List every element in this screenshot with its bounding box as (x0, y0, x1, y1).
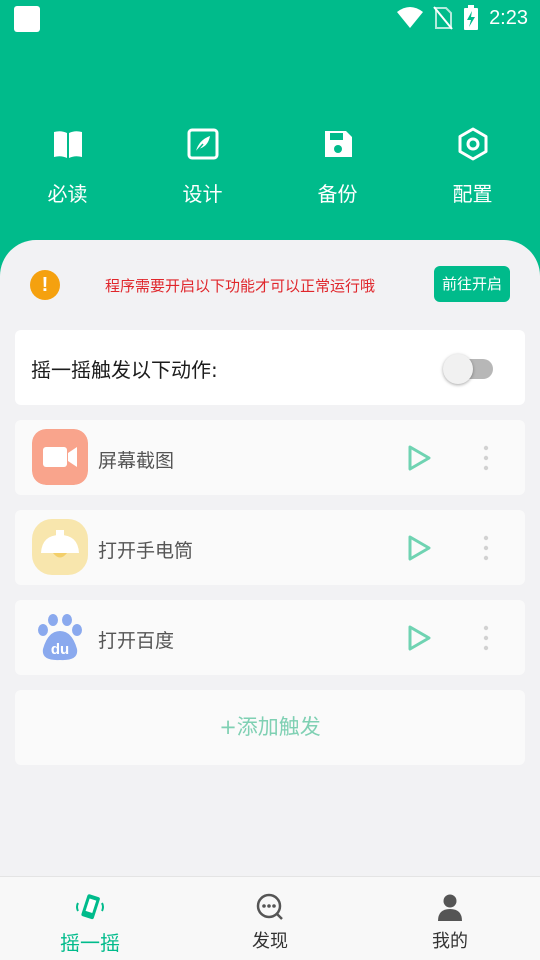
user-icon (438, 894, 462, 921)
enable-permissions-button[interactable]: 前往开启 (434, 266, 510, 302)
more-vertical-icon[interactable] (481, 444, 491, 472)
book-icon (53, 131, 82, 158)
notification-icon (14, 6, 40, 32)
baidu-paw-icon: du (38, 614, 82, 661)
shake-phone-icon (76, 894, 104, 920)
tab-profile[interactable]: 我的 (360, 877, 540, 960)
action-label: 打开百度 (98, 630, 175, 652)
play-icon[interactable] (405, 624, 433, 652)
more-vertical-icon[interactable] (481, 534, 491, 562)
quick-action-label: 必读 (47, 182, 88, 206)
permission-notice: ! 程序需要开启以下功能才可以正常运行哦 前往开启 (0, 266, 540, 304)
shake-trigger-label: 摇一摇触发以下动作: (31, 358, 218, 382)
action-label: 打开手电筒 (98, 540, 194, 562)
more-vertical-icon[interactable] (481, 624, 491, 652)
play-icon[interactable] (405, 444, 433, 472)
warning-icon: ! (30, 270, 60, 300)
action-label: 屏幕截图 (98, 450, 175, 472)
shake-trigger-card: 摇一摇触发以下动作: (15, 330, 525, 405)
action-item-baidu[interactable]: du 打开百度 (15, 600, 525, 675)
battery-charging-icon (464, 5, 479, 30)
quick-action-label: 配置 (452, 182, 493, 206)
quick-action-backup[interactable]: 备份 (270, 124, 405, 206)
wifi-icon (397, 7, 424, 28)
lamp-icon (32, 519, 88, 575)
design-edit-icon (187, 128, 218, 160)
status-time: 2:23 (489, 6, 528, 29)
toggle-knob (443, 354, 473, 384)
quick-action-design[interactable]: 设计 (135, 124, 270, 206)
shake-toggle[interactable] (443, 354, 495, 384)
action-item-flashlight[interactable]: 打开手电筒 (15, 510, 525, 585)
video-camera-icon (32, 429, 88, 485)
save-disk-icon (324, 131, 352, 157)
chat-search-icon (256, 893, 283, 920)
tab-label: 我的 (432, 931, 468, 952)
settings-hexagon-icon (458, 127, 487, 161)
quick-action-read[interactable]: 必读 (0, 124, 135, 206)
status-bar: 2:23 (0, 0, 540, 36)
tab-label: 摇一摇 (60, 931, 120, 955)
quick-action-label: 备份 (317, 182, 358, 206)
action-item-screenshot[interactable]: 屏幕截图 (15, 420, 525, 495)
quick-action-label: 设计 (182, 182, 223, 206)
notice-text: 程序需要开启以下功能才可以正常运行哦 (105, 277, 376, 295)
bottom-tab-bar: 摇一摇 发现 我的 (0, 876, 540, 960)
tab-discover[interactable]: 发现 (180, 877, 360, 960)
tab-label: 发现 (252, 931, 288, 952)
baidu-icon-text: du (51, 641, 69, 658)
tab-shake[interactable]: 摇一摇 (0, 877, 180, 960)
add-trigger-button[interactable]: +添加触发 (15, 690, 525, 765)
no-sim-icon (433, 6, 453, 30)
quick-action-config[interactable]: 配置 (405, 124, 540, 206)
play-icon[interactable] (405, 534, 433, 562)
